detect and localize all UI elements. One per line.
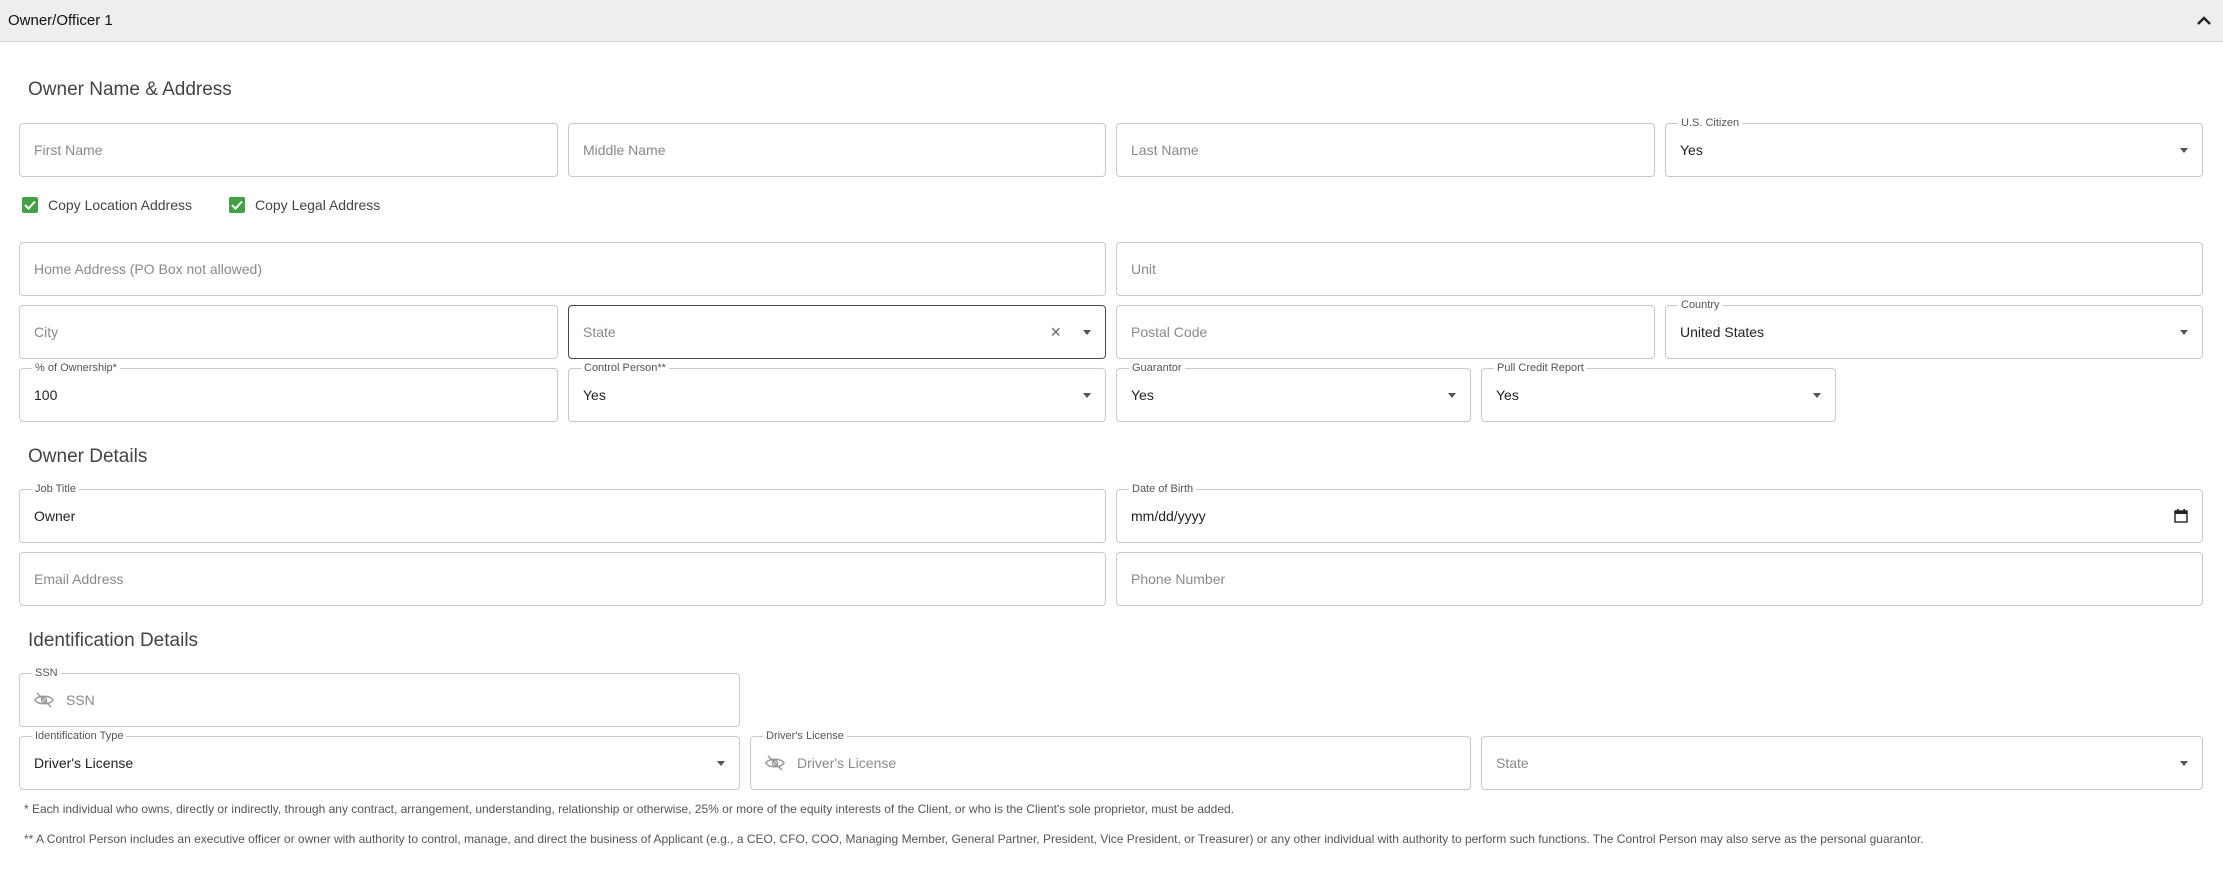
id-state-placeholder: State (1496, 755, 1529, 771)
first-name-placeholder: First Name (34, 142, 103, 158)
email-placeholder: Email Address (34, 571, 124, 587)
copy-location-checkbox[interactable]: Copy Location Address (22, 197, 192, 213)
drivers-license-label: Driver's License (763, 729, 847, 743)
job-title-field[interactable]: Job Title Owner (19, 482, 1106, 543)
id-type-value: Driver's License (34, 755, 134, 771)
caret-down-icon (1083, 392, 1091, 398)
last-name-field[interactable]: Last Name (1116, 123, 1655, 177)
guarantor-select[interactable]: Guarantor Yes (1116, 361, 1471, 422)
city-field[interactable]: City (19, 305, 558, 359)
ssn-placeholder: SSN (66, 692, 95, 708)
state-select[interactable]: State × (568, 305, 1106, 359)
panel-header[interactable]: Owner/Officer 1 (0, 0, 2223, 42)
calendar-icon[interactable] (2174, 509, 2188, 523)
id-state-select[interactable]: State (1481, 736, 2203, 790)
guarantor-value: Yes (1131, 387, 1154, 403)
dob-label: Date of Birth (1129, 482, 1197, 496)
postal-code-field[interactable]: Postal Code (1116, 305, 1655, 359)
pull-credit-label: Pull Credit Report (1494, 361, 1587, 375)
id-type-label: Identification Type (32, 729, 127, 743)
caret-down-icon (1813, 392, 1821, 398)
ssn-label: SSN (32, 666, 61, 680)
job-title-label: Job Title (32, 482, 79, 496)
postal-code-placeholder: Postal Code (1131, 324, 1208, 340)
section-title-identification-details: Identification Details (28, 630, 199, 651)
pull-credit-select[interactable]: Pull Credit Report Yes (1481, 361, 1836, 422)
copy-location-label: Copy Location Address (48, 197, 192, 213)
unit-placeholder: Unit (1131, 261, 1156, 277)
control-person-select[interactable]: Control Person** Yes (568, 361, 1106, 422)
control-person-footnote: ** A Control Person includes an executiv… (24, 832, 1924, 846)
pull-credit-value: Yes (1496, 387, 1519, 403)
caret-down-icon (2180, 760, 2188, 766)
job-title-value: Owner (34, 508, 76, 524)
ownership-field[interactable]: % of Ownership* 100 (19, 361, 558, 422)
section-title-owner-name-address: Owner Name & Address (28, 79, 232, 100)
caret-down-icon (2180, 147, 2188, 153)
caret-down-icon (1448, 392, 1456, 398)
middle-name-field[interactable]: Middle Name (568, 123, 1106, 177)
unit-field[interactable]: Unit (1116, 242, 2203, 296)
city-placeholder: City (34, 324, 59, 340)
copy-legal-checkbox[interactable]: Copy Legal Address (229, 197, 380, 213)
copy-legal-label: Copy Legal Address (255, 197, 381, 213)
control-person-label: Control Person** (581, 361, 669, 375)
caret-down-icon (2180, 329, 2188, 335)
identification-type-select[interactable]: Identification Type Driver's License (19, 729, 740, 790)
phone-field[interactable]: Phone Number (1116, 552, 2203, 606)
middle-name-placeholder: Middle Name (583, 142, 666, 158)
us-citizen-select[interactable]: U.S. Citizen Yes (1665, 116, 2203, 177)
ownership-label: % of Ownership* (32, 361, 120, 375)
home-address-field[interactable]: Home Address (PO Box not allowed) (19, 242, 1106, 296)
country-select[interactable]: Country United States (1665, 298, 2203, 359)
chevron-up-icon (2197, 15, 2211, 25)
caret-down-icon (1083, 329, 1091, 335)
guarantor-label: Guarantor (1129, 361, 1185, 375)
panel-title: Owner/Officer 1 (8, 12, 113, 29)
caret-down-icon (717, 760, 725, 766)
email-field[interactable]: Email Address (19, 552, 1106, 606)
section-title-owner-details: Owner Details (28, 446, 148, 467)
country-label: Country (1678, 298, 1723, 312)
ssn-field[interactable]: SSN SSN (19, 666, 740, 727)
drivers-license-placeholder: Driver's License (797, 755, 897, 771)
last-name-placeholder: Last Name (1131, 142, 1199, 158)
phone-placeholder: Phone Number (1131, 571, 1226, 587)
check-icon (229, 197, 245, 213)
us-citizen-label: U.S. Citizen (1678, 116, 1743, 130)
state-placeholder: State (583, 324, 616, 340)
us-citizen-value: Yes (1680, 142, 1703, 158)
country-value: United States (1680, 324, 1765, 340)
eye-off-icon[interactable] (765, 755, 785, 771)
date-of-birth-field[interactable]: Date of Birth mm/dd/yyyy (1116, 482, 2203, 543)
ownership-footnote: * Each individual who owns, directly or … (24, 802, 1235, 816)
check-icon (22, 197, 38, 213)
ownership-value: 100 (34, 387, 58, 403)
first-name-field[interactable]: First Name (19, 123, 558, 177)
close-icon[interactable]: × (1050, 323, 1061, 341)
eye-off-icon[interactable] (34, 692, 54, 708)
home-address-placeholder: Home Address (PO Box not allowed) (34, 261, 262, 277)
control-person-value: Yes (583, 387, 606, 403)
dob-value: mm/dd/yyyy (1131, 508, 1206, 524)
collapse-button[interactable] (2193, 10, 2215, 32)
drivers-license-field[interactable]: Driver's License Driver's License (750, 729, 1471, 790)
